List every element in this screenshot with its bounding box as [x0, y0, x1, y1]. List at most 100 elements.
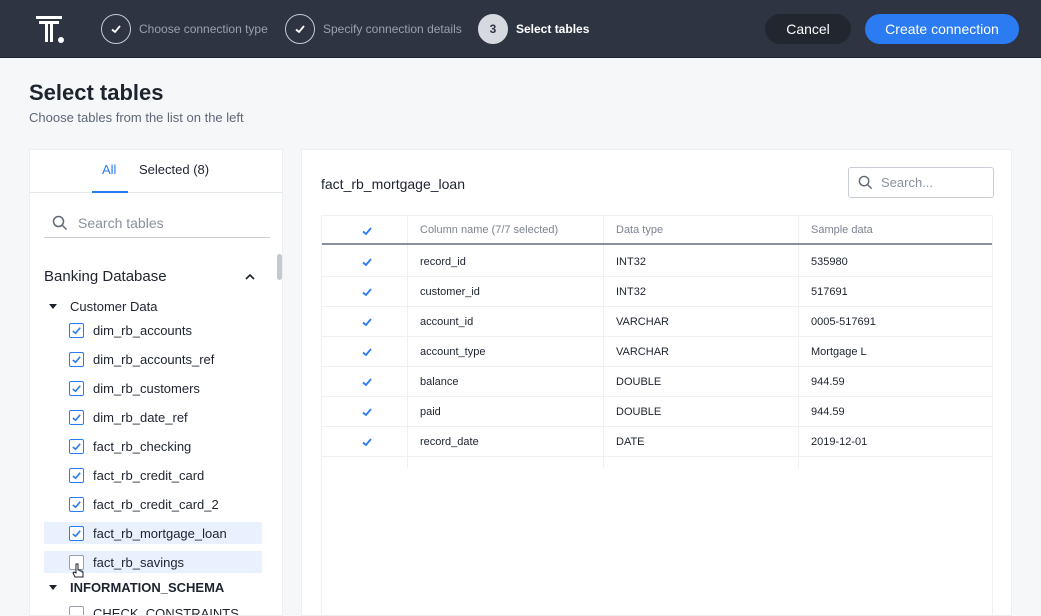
table-item-check-constraints[interactable]: CHECK_CONSTRAINTS — [44, 602, 262, 615]
check-icon — [72, 442, 81, 450]
checkbox[interactable] — [69, 496, 84, 512]
cell-column-name: account_id — [420, 316, 474, 328]
table-label: fact_rb_mortgage_loan — [93, 525, 227, 541]
check-circle-icon — [101, 14, 131, 44]
table-browser-panel: All Selected (8) Search tables Banking D… — [29, 149, 283, 616]
cell-column-name: record_id — [420, 256, 466, 268]
check-icon — [72, 471, 81, 479]
checkbox[interactable] — [69, 438, 84, 454]
selected-table-name: fact_rb_mortgage_loan — [321, 176, 465, 192]
checkbox[interactable] — [69, 351, 84, 367]
cell-data-type: INT32 — [616, 256, 646, 268]
cell-data-type: VARCHAR — [616, 316, 669, 328]
cell-sample-data: 517691 — [811, 286, 848, 298]
cell-sample-data: 0005-517691 — [811, 316, 876, 328]
check-icon[interactable] — [361, 436, 373, 448]
step-select-tables[interactable]: 3 Select tables — [478, 14, 589, 44]
group-label: INFORMATION_SCHEMA — [70, 579, 225, 595]
search-icon — [858, 175, 873, 190]
header-column-name[interactable]: Column name (7/7 selected) — [420, 224, 558, 236]
cell-sample-data: 944.59 — [811, 376, 845, 388]
check-icon[interactable] — [361, 376, 373, 388]
checkbox[interactable] — [69, 409, 84, 425]
tab-bar: All Selected (8) — [30, 150, 282, 193]
thoughtspot-logo — [36, 16, 64, 43]
column-preview-panel: fact_rb_mortgage_loan Search... Column n… — [301, 149, 1012, 616]
table-row[interactable]: record_date DATE 2019-12-01 — [322, 427, 992, 457]
check-circle-icon — [285, 14, 315, 44]
step-choose-connection-type[interactable]: Choose connection type — [101, 14, 268, 44]
check-icon[interactable] — [361, 256, 373, 268]
table-row[interactable]: account_id VARCHAR 0005-517691 — [322, 307, 992, 337]
page-title: Select tables — [29, 80, 164, 105]
check-icon[interactable] — [361, 406, 373, 418]
table-row[interactable]: record_id INT32 535980 — [322, 247, 992, 277]
scrollbar-thumb[interactable] — [277, 254, 282, 280]
table-row[interactable]: balance DOUBLE 944.59 — [322, 367, 992, 397]
tab-all[interactable]: All — [102, 162, 116, 177]
table-item-dim-rb-date-ref[interactable]: dim_rb_date_ref — [44, 406, 262, 428]
checkbox[interactable] — [69, 380, 84, 396]
checkbox[interactable] — [69, 322, 84, 338]
database-name[interactable]: Banking Database — [44, 268, 167, 285]
table-label: dim_rb_accounts — [93, 322, 192, 338]
cell-sample-data: 944.59 — [811, 406, 845, 418]
table-header: Column name (7/7 selected) Data type Sam… — [322, 216, 992, 245]
table-row[interactable]: customer_id INT32 517691 — [322, 277, 992, 307]
cell-data-type: DATE — [616, 436, 645, 448]
table-label: dim_rb_accounts_ref — [93, 351, 215, 367]
search-tables-input[interactable]: Search tables — [44, 208, 270, 238]
step-label: Choose connection type — [139, 22, 268, 36]
step-label: Select tables — [516, 22, 590, 36]
cell-column-name: paid — [420, 406, 441, 418]
checkbox[interactable] — [69, 605, 84, 615]
check-icon[interactable] — [361, 286, 373, 298]
top-bar: Choose connection type Specify connectio… — [0, 0, 1041, 58]
header-sample-data[interactable]: Sample data — [811, 224, 873, 236]
check-icon — [72, 355, 81, 363]
checkbox[interactable] — [69, 525, 84, 541]
table-label: fact_rb_credit_card_2 — [93, 496, 219, 512]
columns-table: Column name (7/7 selected) Data type Sam… — [321, 215, 993, 616]
check-icon — [295, 25, 305, 34]
table-label: fact_rb_credit_card — [93, 467, 205, 483]
table-item-fact-rb-checking[interactable]: fact_rb_checking — [44, 435, 262, 457]
hand-cursor-icon — [72, 563, 84, 578]
cell-column-name: account_type — [420, 346, 486, 358]
table-row[interactable]: paid DOUBLE 944.59 — [322, 397, 992, 427]
active-tab-indicator — [92, 191, 128, 193]
step-specify-connection-details[interactable]: Specify connection details — [285, 14, 462, 44]
table-item-fact-rb-credit-card-2[interactable]: fact_rb_credit_card_2 — [44, 493, 262, 515]
table-item-fact-rb-mortgage-loan[interactable]: fact_rb_mortgage_loan — [44, 522, 262, 544]
page-subtitle: Choose tables from the list on the left — [29, 110, 244, 125]
table-row[interactable]: account_type VARCHAR Mortgage L — [322, 337, 992, 367]
table-label: fact_rb_savings — [93, 554, 185, 570]
group-information-schema[interactable]: INFORMATION_SCHEMA — [48, 578, 224, 596]
checkbox[interactable] — [69, 467, 84, 483]
group-label: Customer Data — [70, 298, 158, 314]
cell-sample-data: 2019-12-01 — [811, 436, 868, 448]
table-item-dim-rb-accounts-ref[interactable]: dim_rb_accounts_ref — [44, 348, 262, 370]
search-placeholder: Search... — [881, 175, 934, 190]
check-icon — [72, 326, 81, 334]
cell-data-type: DOUBLE — [616, 376, 662, 388]
chevron-up-icon[interactable] — [244, 271, 256, 283]
tables-list: dim_rb_accounts dim_rb_accounts_ref dim_… — [44, 319, 262, 580]
check-icon[interactable] — [361, 316, 373, 328]
cell-sample-data: 535980 — [811, 256, 848, 268]
header-data-type[interactable]: Data type — [616, 224, 663, 236]
table-item-dim-rb-accounts[interactable]: dim_rb_accounts — [44, 319, 262, 341]
check-icon — [72, 384, 81, 392]
table-item-dim-rb-customers[interactable]: dim_rb_customers — [44, 377, 262, 399]
create-connection-button[interactable]: Create connection — [865, 14, 1019, 44]
select-all-check-icon[interactable] — [361, 225, 373, 237]
column-search-input[interactable]: Search... — [848, 167, 994, 198]
group-customer-data[interactable]: Customer Data — [48, 297, 157, 315]
cancel-button[interactable]: Cancel — [765, 14, 851, 44]
tab-selected[interactable]: Selected (8) — [139, 162, 209, 177]
check-icon — [72, 529, 81, 537]
check-icon[interactable] — [361, 346, 373, 358]
cell-column-name: customer_id — [420, 286, 480, 298]
cell-data-type: VARCHAR — [616, 346, 669, 358]
table-item-fact-rb-credit-card[interactable]: fact_rb_credit_card — [44, 464, 262, 486]
